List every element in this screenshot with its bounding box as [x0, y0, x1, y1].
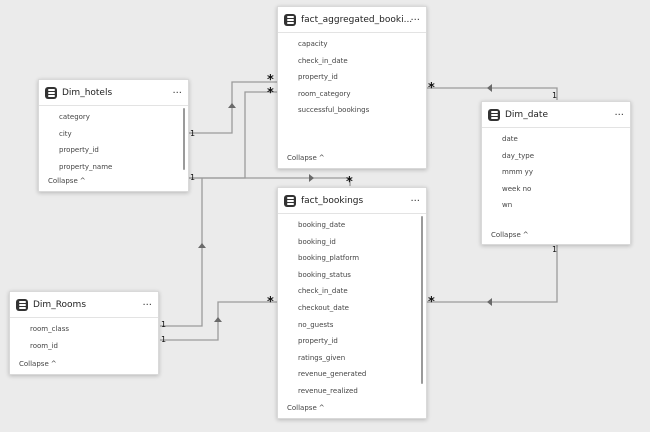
card-one-rooms-2: 1 [161, 335, 167, 344]
field-item[interactable]: checkout_date [278, 300, 426, 317]
field-item[interactable]: day_type [482, 148, 630, 165]
collapse-button[interactable]: Collapse ^ [287, 404, 325, 412]
table-header[interactable]: fact_bookings ... [278, 188, 426, 214]
arrow-up [214, 317, 222, 322]
arrow-right [309, 174, 314, 182]
caret-up-icon: ^ [79, 177, 86, 185]
arrow-left [487, 84, 492, 92]
field-item[interactable]: property_id [278, 333, 426, 350]
rel-date-bookings [427, 245, 558, 303]
table-title: fact_bookings [301, 195, 364, 206]
table-header[interactable]: Dim_date ... [482, 102, 630, 128]
scrollbar[interactable] [183, 108, 185, 170]
field-item[interactable]: capacity [278, 36, 426, 53]
card-one-date-bookings: 1 [552, 245, 558, 254]
collapse-button[interactable]: Collapse ^ [491, 231, 529, 239]
field-item[interactable]: revenue_generated [278, 366, 426, 383]
card-many-agg-1: * [267, 73, 274, 88]
table-card-dim-rooms[interactable]: Dim_Rooms ... room_class room_id Collaps… [9, 291, 159, 375]
collapse-label: Collapse [48, 177, 78, 185]
collapse-label: Collapse [19, 360, 49, 368]
database-icon [16, 298, 28, 311]
collapse-button[interactable]: Collapse ^ [48, 177, 86, 185]
card-one-date-agg: 1 [552, 91, 558, 100]
card-one-hotels-agg: 1 [190, 129, 196, 138]
rel-hotels-bookings-2 [189, 177, 351, 186]
field-item[interactable]: property_name [39, 159, 188, 176]
database-icon [488, 108, 500, 121]
table-title: Dim_date [505, 109, 548, 120]
field-item[interactable]: week no [482, 181, 630, 198]
field-item[interactable]: booking_platform [278, 250, 426, 267]
table-title: Dim_Rooms [33, 299, 87, 310]
card-many-bookings-rooms: * [267, 295, 274, 310]
more-options-icon[interactable]: ... [410, 13, 420, 23]
table-card-dim-hotels[interactable]: Dim_hotels ... category city property_id… [38, 79, 189, 192]
field-item[interactable]: successful_bookings [278, 102, 426, 119]
field-item[interactable]: room_class [10, 321, 158, 338]
caret-up-icon: ^ [522, 231, 529, 239]
rel-rooms-agg [160, 178, 203, 327]
field-item[interactable]: room_id [10, 338, 158, 355]
caret-up-icon: ^ [50, 360, 57, 368]
table-header[interactable]: fact_aggregated_booki... ... [278, 7, 426, 33]
field-item[interactable]: city [39, 126, 188, 143]
field-item[interactable]: room_category [278, 86, 426, 103]
collapse-label: Collapse [287, 154, 317, 162]
database-icon [284, 13, 296, 26]
arrow-up [228, 103, 236, 108]
collapse-label: Collapse [491, 231, 521, 239]
field-item[interactable]: mmm yy [482, 164, 630, 181]
collapse-label: Collapse [287, 404, 317, 412]
database-icon [45, 86, 57, 99]
field-item[interactable]: date [482, 131, 630, 148]
field-item[interactable]: property_id [278, 69, 426, 86]
table-card-dim-date[interactable]: Dim_date ... date day_type mmm yy week n… [481, 101, 631, 245]
card-one-rooms-1: 1 [161, 320, 167, 329]
field-item[interactable]: booking_id [278, 234, 426, 251]
arrow-up [198, 243, 206, 248]
field-item[interactable]: booking_date [278, 217, 426, 234]
field-item[interactable]: wn [482, 197, 630, 214]
more-options-icon[interactable]: ... [172, 86, 182, 96]
caret-up-icon: ^ [318, 154, 325, 162]
card-one-hotels-bookings: 1 [190, 173, 196, 182]
field-item[interactable]: ratings_given [278, 350, 426, 367]
more-options-icon[interactable]: ... [410, 194, 420, 204]
card-many-bookings-date: * [428, 295, 435, 310]
table-header[interactable]: Dim_Rooms ... [10, 292, 158, 318]
field-item[interactable]: no_guests [278, 317, 426, 334]
table-title: fact_aggregated_booki... [301, 14, 413, 25]
field-item[interactable]: category [39, 109, 188, 126]
caret-up-icon: ^ [318, 404, 325, 412]
more-options-icon[interactable]: ... [614, 108, 624, 118]
field-item[interactable]: check_in_date [278, 53, 426, 70]
more-options-icon[interactable]: ... [142, 298, 152, 308]
field-item[interactable]: check_in_date [278, 283, 426, 300]
field-item[interactable]: revenue_realized [278, 383, 426, 400]
table-card-fact-bookings[interactable]: fact_bookings ... booking_date booking_i… [277, 187, 427, 419]
field-item[interactable]: booking_status [278, 267, 426, 284]
card-many-agg-2: * [267, 86, 274, 101]
arrow-left [487, 298, 492, 306]
card-many-agg-date: * [428, 81, 435, 96]
collapse-button[interactable]: Collapse ^ [19, 360, 57, 368]
table-title: Dim_hotels [62, 87, 113, 98]
table-card-fact-aggregated-bookings[interactable]: fact_aggregated_booki... ... capacity ch… [277, 6, 427, 169]
collapse-button[interactable]: Collapse ^ [287, 154, 325, 162]
field-item[interactable]: property_id [39, 142, 188, 159]
database-icon [284, 194, 296, 207]
scrollbar[interactable] [421, 216, 423, 384]
table-header[interactable]: Dim_hotels ... [39, 80, 188, 106]
